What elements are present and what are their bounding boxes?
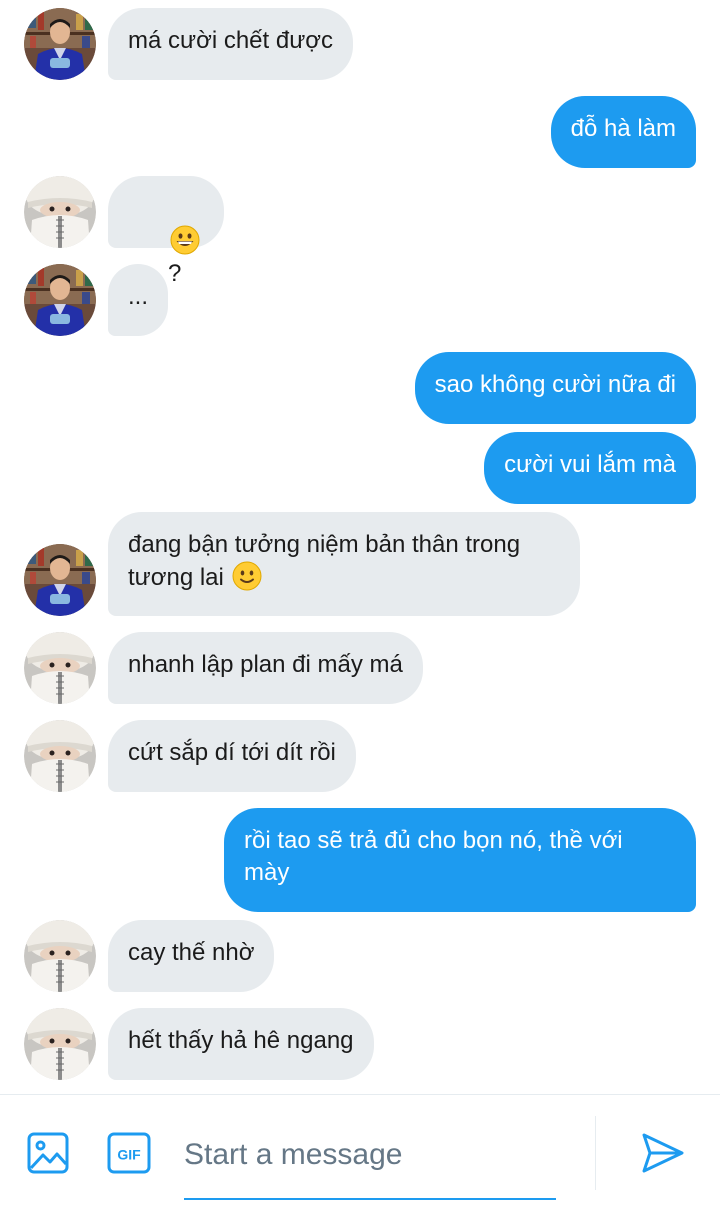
message-text: cay thế nhờ (128, 939, 255, 966)
message-bubble[interactable]: đang bận tưởng niệm bản thân trong tương… (108, 512, 580, 616)
avatar[interactable] (24, 176, 96, 248)
message-bubble[interactable]: cười vui lắm mà (484, 432, 696, 504)
message-bubble[interactable]: má cười chết được (108, 8, 353, 80)
conversation-view[interactable]: má cười chết được đỗ hà làm ? ... sao kh… (0, 0, 720, 1094)
avatar[interactable] (24, 720, 96, 792)
message-bubble[interactable]: đỗ hà làm (550, 96, 696, 168)
message-text: đỗ hà làm (570, 115, 676, 142)
message-bubble[interactable]: nhanh lập plan đi mấy má (108, 632, 423, 704)
slightly-smiling-face-emoji-icon (232, 561, 262, 591)
message-bubble[interactable]: ? (108, 176, 225, 287)
grinning-face-emoji-icon (170, 225, 200, 255)
message-bubble[interactable]: cay thế nhờ (108, 920, 275, 992)
image-icon[interactable] (27, 1132, 69, 1179)
message-text: ? (168, 260, 182, 287)
message-text: nhanh lập plan đi mấy má (128, 651, 403, 678)
avatar[interactable] (24, 8, 96, 80)
message-bubble[interactable]: hết thấy hả hê ngang (108, 1008, 374, 1080)
message-text: cứt sắp dí tới dít rồi (128, 739, 336, 766)
gif-icon[interactable]: GIF (107, 1132, 151, 1179)
message-bubble[interactable]: rồi tao sẽ trả đủ cho bọn nó, thề với mà… (224, 808, 696, 912)
message-input[interactable] (184, 1130, 556, 1180)
message-bubble[interactable]: sao không cười nữa đi (414, 352, 696, 424)
input-underline (184, 1198, 556, 1200)
message-text: rồi tao sẽ trả đủ cho bọn nó, thề với mà… (244, 827, 623, 886)
gif-label: GIF (117, 1147, 141, 1163)
message-text: cười vui lắm mà (504, 451, 676, 478)
avatar[interactable] (24, 544, 96, 616)
avatar[interactable] (24, 632, 96, 704)
message-text: ... (128, 283, 149, 310)
message-text: sao không cười nữa đi (434, 371, 676, 398)
send-icon[interactable] (640, 1131, 686, 1180)
message-text: đang bận tưởng niệm bản thân trong tương… (128, 531, 521, 591)
composer-divider (595, 1116, 596, 1190)
message-bubble[interactable]: ... (108, 264, 169, 336)
avatar[interactable] (24, 1008, 96, 1080)
message-bubble[interactable]: cứt sắp dí tới dít rồi (108, 720, 356, 792)
message-text: má cười chết được (128, 27, 333, 54)
avatar[interactable] (24, 920, 96, 992)
avatar[interactable] (24, 264, 96, 336)
message-text: hết thấy hả hê ngang (128, 1027, 354, 1054)
